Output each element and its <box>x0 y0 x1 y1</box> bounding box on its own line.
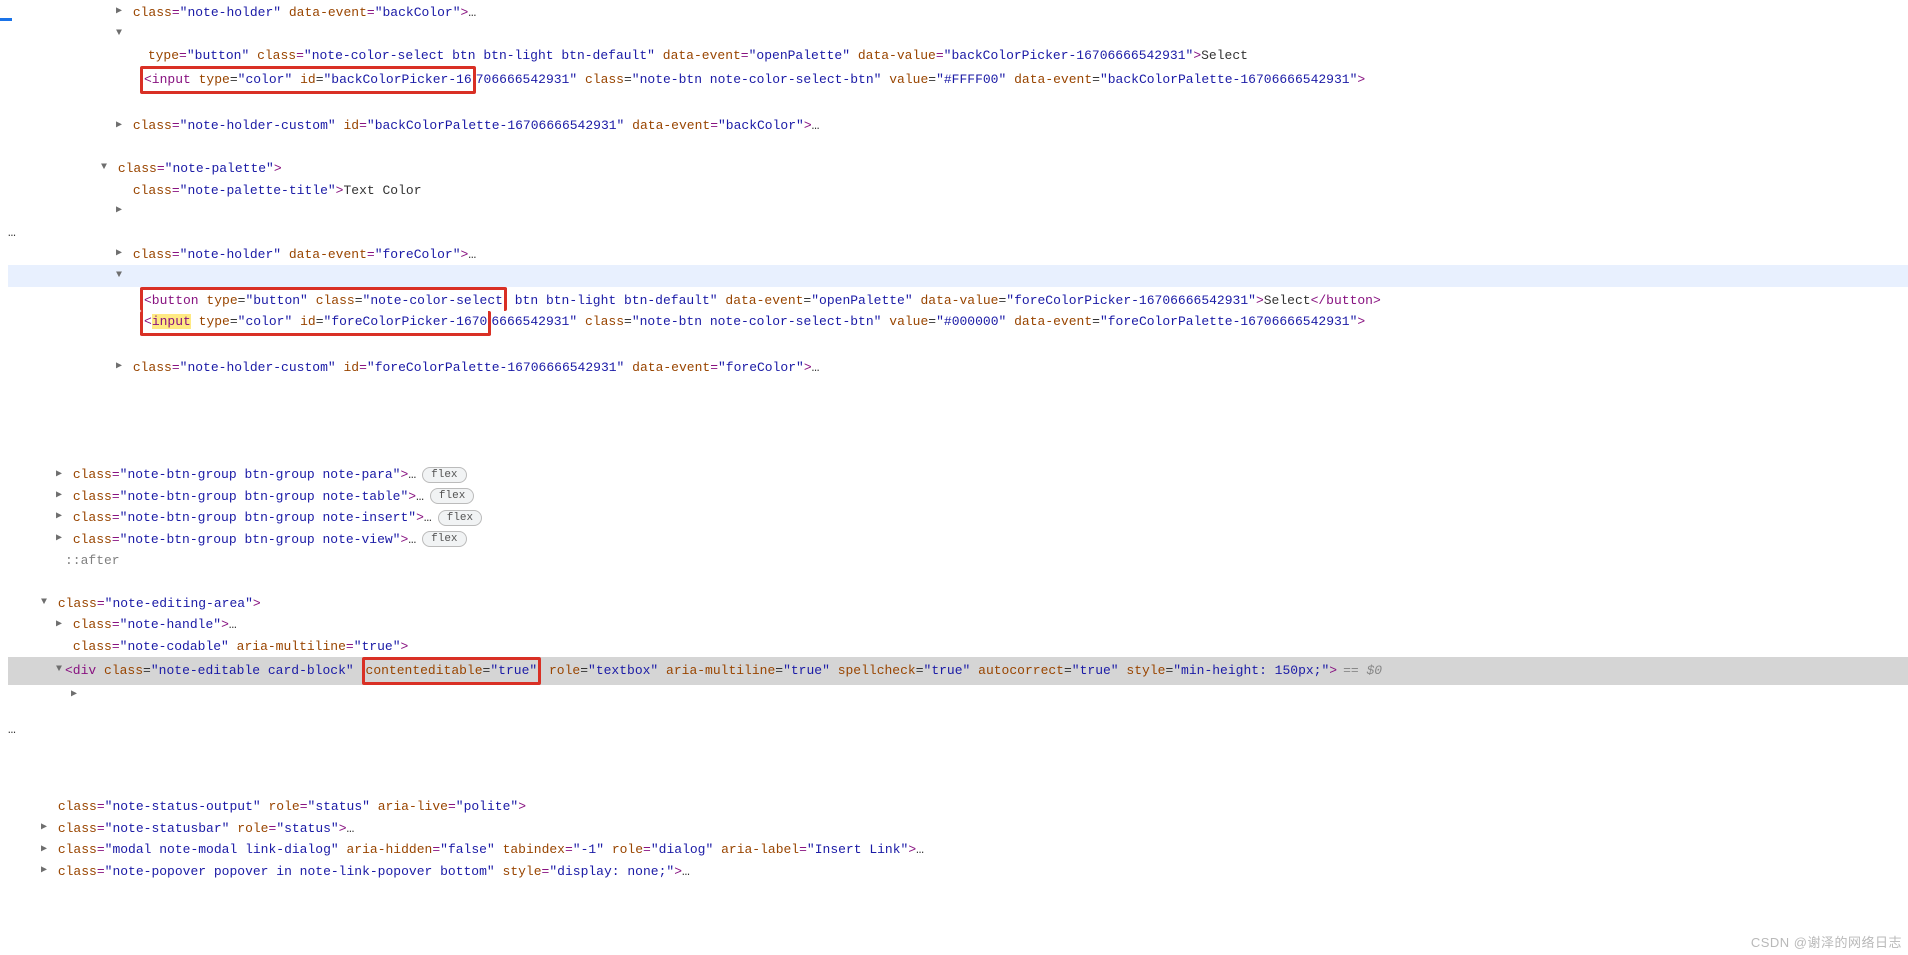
dom-tree-row[interactable]: ▶ class="note-holder" data-event="foreCo… <box>8 244 1908 265</box>
dom-tree-row[interactable]: ▶ <box>8 571 1908 592</box>
flex-badge[interactable]: flex <box>422 531 466 547</box>
expand-arrow-icon[interactable]: ▶ <box>53 467 65 484</box>
flex-badge[interactable]: flex <box>422 467 466 483</box>
dom-tree-row[interactable]: ▶ class="note-palette-title">Text Color <box>8 180 1908 201</box>
dom-tree-row[interactable]: ▶ class="note-btn-group btn-group note-t… <box>8 486 1908 507</box>
dom-tree-row[interactable]: ▶ <box>8 753 1908 774</box>
dom-tree-row[interactable]: ▶… <box>8 685 1908 741</box>
dom-tree-row[interactable]: ▶<button type="button" class="note-color… <box>8 287 1908 311</box>
expand-arrow-icon[interactable]: ▶ <box>53 617 65 634</box>
watermark: CSDN @谢泽的网络日志 <box>1751 932 1902 953</box>
expand-arrow-icon: ▶ <box>113 338 125 355</box>
expand-arrow-icon: ▶ <box>113 96 125 113</box>
expand-arrow-icon: ▶ <box>128 292 140 309</box>
expand-arrow-icon: ▶ <box>38 777 50 794</box>
expand-arrow-icon: ▶ <box>83 402 95 419</box>
dom-tree-row[interactable]: ▶ <box>8 137 1908 158</box>
expand-arrow-icon[interactable]: ▼ <box>53 662 65 679</box>
expand-arrow-icon[interactable]: ▶ <box>113 246 125 263</box>
expand-arrow-icon: ▶ <box>38 574 50 591</box>
expand-arrow-icon: ▶ <box>68 424 80 441</box>
expand-arrow-icon: ▶ <box>53 638 65 655</box>
dom-tree-row[interactable]: ▶ class="note-popover popover in note-li… <box>8 861 1908 882</box>
expand-arrow-icon[interactable]: ▶ <box>38 820 50 837</box>
expand-arrow-icon[interactable]: ▶ <box>53 488 65 505</box>
dom-tree-row[interactable]: ▶ class="note-holder" data-event="backCo… <box>8 2 1908 23</box>
dom-tree-row[interactable]: ▶ class="note-handle">… <box>8 614 1908 635</box>
expand-arrow-icon[interactable]: ▶ <box>113 359 125 376</box>
dom-tree-row[interactable]: ▶ <box>8 443 1908 464</box>
dom-tree-row[interactable]: ▶ <box>8 421 1908 442</box>
expand-arrow-icon[interactable]: ▶ <box>38 842 50 859</box>
dom-tree-row[interactable]: ▶::after <box>8 550 1908 571</box>
dom-tree-row[interactable]: ▼ <box>8 265 1908 286</box>
expand-arrow-icon[interactable]: ▶ <box>38 863 50 880</box>
expand-arrow-icon: ▶ <box>98 139 110 156</box>
expand-arrow-icon: ▶ <box>113 182 125 199</box>
dom-tree-row[interactable]: ▶ class="note-status-output" role="statu… <box>8 796 1908 817</box>
dom-tree-row[interactable]: ▼ class="note-editing-area"> <box>8 593 1908 614</box>
dom-tree-row[interactable]: ▶ class="note-btn-group btn-group note-p… <box>8 464 1908 485</box>
dom-tree-row[interactable]: ▶ class="note-holder-custom" id="backCol… <box>8 115 1908 136</box>
dom-tree-row[interactable]: ▶ class="note-statusbar" role="status">… <box>8 818 1908 839</box>
dom-tree-row[interactable]: ▼ <box>8 23 1908 44</box>
expand-arrow-icon: ▶ <box>128 47 140 64</box>
expand-arrow-icon: ▶ <box>53 756 65 773</box>
dom-tree-row[interactable]: ▼<div class="note-editable card-block" c… <box>8 657 1908 684</box>
expand-arrow-icon[interactable]: ▶ <box>113 4 125 21</box>
expand-arrow-icon[interactable]: ▼ <box>113 26 125 43</box>
dom-tree-row[interactable]: ▶ <box>8 378 1908 399</box>
dom-tree-row[interactable]: ▶<input type="color" id="backColorPicker… <box>8 66 1908 93</box>
flex-badge[interactable]: flex <box>438 510 482 526</box>
dom-tree-row[interactable]: ▶… <box>8 201 1908 244</box>
expand-arrow-icon: ▶ <box>53 552 65 569</box>
dom-tree-row[interactable]: ▶ class="note-holder-custom" id="foreCol… <box>8 357 1908 378</box>
expand-arrow-icon[interactable]: ▶ <box>53 509 65 526</box>
dom-tree-row[interactable]: ▶ class="modal note-modal link-dialog" a… <box>8 839 1908 860</box>
expand-arrow-icon[interactable]: ▼ <box>38 595 50 612</box>
dom-tree-row[interactable]: ▶ <box>8 775 1908 796</box>
expand-arrow-icon[interactable]: ▼ <box>98 160 110 177</box>
expand-arrow-icon[interactable]: ▶ <box>113 118 125 135</box>
expand-arrow-icon: ▶ <box>98 381 110 398</box>
dom-tree-row[interactable]: ▶ <box>8 336 1908 357</box>
expand-arrow-icon[interactable]: ▶ <box>53 531 65 548</box>
dom-tree-row[interactable]: ▶ class="note-btn-group btn-group note-i… <box>8 507 1908 528</box>
expand-arrow-icon: ▶ <box>38 799 50 816</box>
dom-tree-row[interactable]: ▶<input type="color" id="foreColorPicker… <box>8 311 1908 335</box>
dom-tree-row[interactable]: ▶ class="note-btn-group btn-group note-v… <box>8 529 1908 550</box>
expand-arrow-icon[interactable]: ▼ <box>113 268 125 285</box>
expand-arrow-icon: ▶ <box>128 313 140 330</box>
flex-badge[interactable]: flex <box>430 488 474 504</box>
expand-arrow-icon[interactable]: ▶ <box>68 687 80 704</box>
expand-arrow-icon[interactable]: ▶ <box>113 203 125 220</box>
dom-tree-row[interactable]: ▼ class="note-palette"> <box>8 158 1908 179</box>
dom-tree-row[interactable]: ▶ <box>8 94 1908 115</box>
dom-tree-row[interactable]: ▶ class="note-codable" aria-multiline="t… <box>8 636 1908 657</box>
dom-tree-row[interactable]: ▶ type="button" class="note-color-select… <box>8 45 1908 66</box>
expand-arrow-icon: ▶ <box>128 72 140 89</box>
expand-arrow-icon: ▶ <box>53 445 65 462</box>
dom-tree-row[interactable]: ▶ <box>8 400 1908 421</box>
elements-tree[interactable]: ▶ class="note-holder" data-event="backCo… <box>0 0 1908 884</box>
